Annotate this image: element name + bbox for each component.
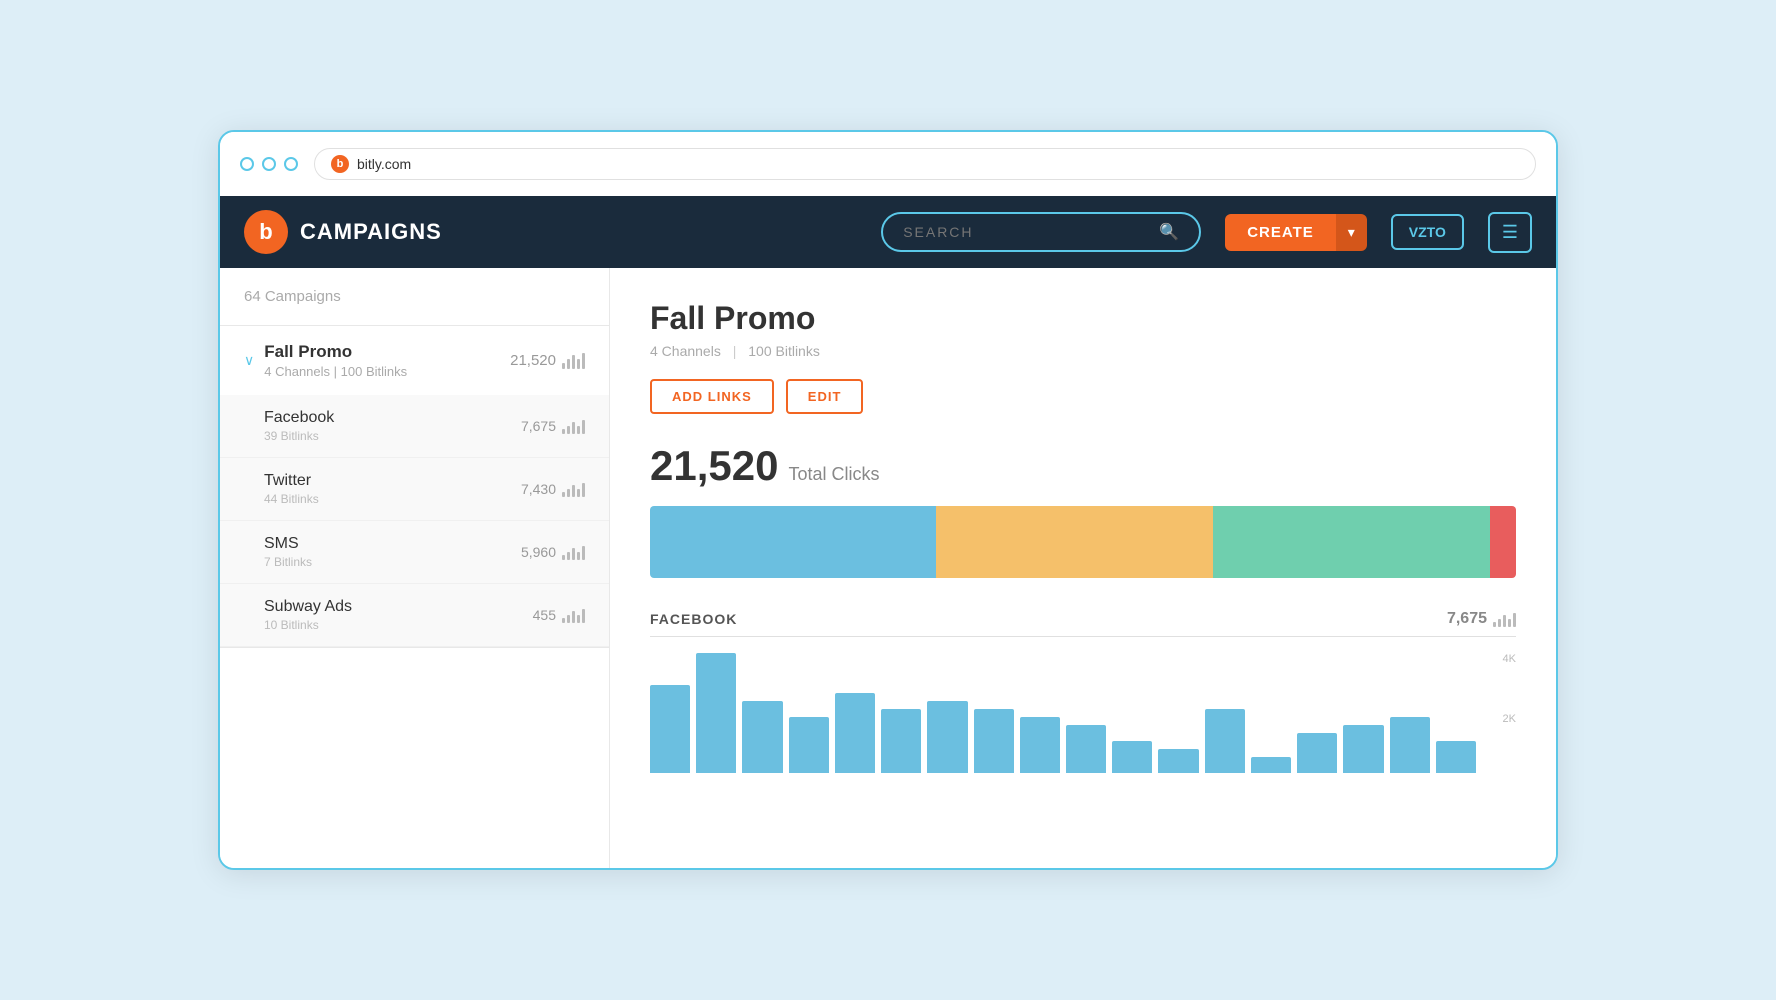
click-label: Total Clicks — [788, 464, 879, 485]
channel-name: Subway Ads — [264, 598, 533, 616]
browser-dots — [240, 157, 298, 171]
browser-window: b bitly.com b CAMPAIGNS 🔍 CREATE ▾ VZTO … — [218, 130, 1558, 870]
stacked-bar-chart — [650, 506, 1516, 578]
chart-bar — [1297, 733, 1337, 773]
browser-url-bar[interactable]: b bitly.com — [314, 148, 1536, 180]
channel-item-twitter[interactable]: Twitter 44 Bitlinks 7,430 — [220, 458, 609, 521]
chart-bar — [1020, 717, 1060, 773]
logo-area: b CAMPAIGNS — [244, 210, 442, 254]
search-input[interactable] — [903, 224, 1149, 240]
chart-bar — [927, 701, 967, 773]
channel-section-count: 7,675 — [1447, 610, 1516, 628]
channel-stats: 7,675 — [521, 418, 585, 434]
edit-button[interactable]: EDIT — [786, 379, 864, 414]
channel-name: SMS — [264, 535, 521, 553]
total-clicks: 21,520 Total Clicks — [650, 442, 1516, 490]
channel-section-name: FACEBOOK — [650, 611, 737, 627]
chart-bar — [1251, 757, 1291, 773]
chart-bar — [1390, 717, 1430, 773]
campaign-row[interactable]: ∨ Fall Promo 4 Channels | 100 Bitlinks 2… — [220, 326, 609, 395]
chart-bar — [1436, 741, 1476, 773]
menu-button[interactable]: ☰ — [1488, 212, 1532, 253]
channel-item-subway-ads[interactable]: Subway Ads 10 Bitlinks 455 — [220, 584, 609, 647]
campaign-name: Fall Promo — [264, 342, 510, 362]
chart-bar — [1343, 725, 1383, 773]
click-number: 21,520 — [650, 442, 778, 490]
search-icon: 🔍 — [1159, 222, 1179, 242]
channel-stats: 5,960 — [521, 544, 585, 560]
channel-info: Facebook 39 Bitlinks — [264, 409, 521, 443]
channel-stats: 7,430 — [521, 481, 585, 497]
channel-meta: 7 Bitlinks — [264, 555, 521, 569]
chart-bar — [835, 693, 875, 773]
facebook-section: FACEBOOK 7,675 4K — [650, 610, 1516, 773]
chart-bar — [1066, 725, 1106, 773]
app-header: b CAMPAIGNS 🔍 CREATE ▾ VZTO ☰ — [220, 196, 1556, 268]
browser-bar: b bitly.com — [220, 132, 1556, 196]
bar-chart-icon — [562, 418, 585, 434]
bar-chart-icon — [1493, 611, 1516, 627]
campaign-item-fall-promo: ∨ Fall Promo 4 Channels | 100 Bitlinks 2… — [220, 326, 609, 648]
main-content: 64 Campaigns ∨ Fall Promo 4 Channels | 1… — [220, 268, 1556, 868]
detail-meta: 4 Channels | 100 Bitlinks — [650, 343, 1516, 359]
add-links-button[interactable]: ADD LINKS — [650, 379, 774, 414]
bar-chart-icon — [562, 544, 585, 560]
search-bar[interactable]: 🔍 — [881, 212, 1201, 252]
chart-bar — [881, 709, 921, 773]
channel-item-facebook[interactable]: Facebook 39 Bitlinks 7,675 — [220, 395, 609, 458]
channel-item-sms[interactable]: SMS 7 Bitlinks 5,960 — [220, 521, 609, 584]
channel-info: Subway Ads 10 Bitlinks — [264, 598, 533, 632]
campaign-stats: 21,520 — [510, 352, 585, 369]
detail-title: Fall Promo — [650, 300, 1516, 337]
user-button[interactable]: VZTO — [1391, 214, 1464, 250]
campaigns-count: 64 Campaigns — [220, 268, 609, 326]
chart-bar — [1112, 741, 1152, 773]
axis-label-2k: 2K — [1503, 713, 1516, 725]
chart-bar — [789, 717, 829, 773]
bar-segment-sms — [1213, 506, 1490, 578]
browser-favicon: b — [331, 155, 349, 173]
bar-segment-twitter — [936, 506, 1213, 578]
create-button[interactable]: CREATE — [1225, 214, 1336, 251]
chart-bar — [696, 653, 736, 773]
channel-meta: 44 Bitlinks — [264, 492, 521, 506]
facebook-bar-chart: 4K 2K — [650, 653, 1516, 773]
detail-panel: Fall Promo 4 Channels | 100 Bitlinks ADD… — [610, 268, 1556, 868]
chart-bar — [1158, 749, 1198, 773]
browser-dot-3[interactable] — [284, 157, 298, 171]
app-title: CAMPAIGNS — [300, 219, 442, 245]
axis-label-4k: 4K — [1503, 653, 1516, 665]
create-dropdown-button[interactable]: ▾ — [1336, 214, 1367, 251]
chart-bar — [974, 709, 1014, 773]
browser-dot-1[interactable] — [240, 157, 254, 171]
app-logo: b — [244, 210, 288, 254]
channel-name: Facebook — [264, 409, 521, 427]
chart-bar — [650, 685, 690, 773]
action-buttons: ADD LINKS EDIT — [650, 379, 1516, 414]
channel-meta: 10 Bitlinks — [264, 618, 533, 632]
chart-bar — [1205, 709, 1245, 773]
channel-name: Twitter — [264, 472, 521, 490]
create-button-group: CREATE ▾ — [1225, 214, 1367, 251]
browser-dot-2[interactable] — [262, 157, 276, 171]
channel-section-header: FACEBOOK 7,675 — [650, 610, 1516, 637]
bar-chart-icon — [562, 607, 585, 623]
channel-meta: 39 Bitlinks — [264, 429, 521, 443]
campaign-info: Fall Promo 4 Channels | 100 Bitlinks — [264, 342, 510, 379]
channel-info: SMS 7 Bitlinks — [264, 535, 521, 569]
bar-segment-subway — [1490, 506, 1516, 578]
chart-y-axis: 4K 2K — [1503, 653, 1516, 773]
bar-segment-facebook — [650, 506, 936, 578]
campaign-meta: 4 Channels | 100 Bitlinks — [264, 364, 510, 379]
bar-chart-icon — [562, 481, 585, 497]
channel-stats: 455 — [533, 607, 585, 623]
chart-bar — [742, 701, 782, 773]
browser-url: bitly.com — [357, 156, 411, 172]
chevron-down-icon: ∨ — [244, 352, 254, 369]
bar-chart-icon — [562, 353, 585, 369]
channel-info: Twitter 44 Bitlinks — [264, 472, 521, 506]
sidebar: 64 Campaigns ∨ Fall Promo 4 Channels | 1… — [220, 268, 610, 868]
